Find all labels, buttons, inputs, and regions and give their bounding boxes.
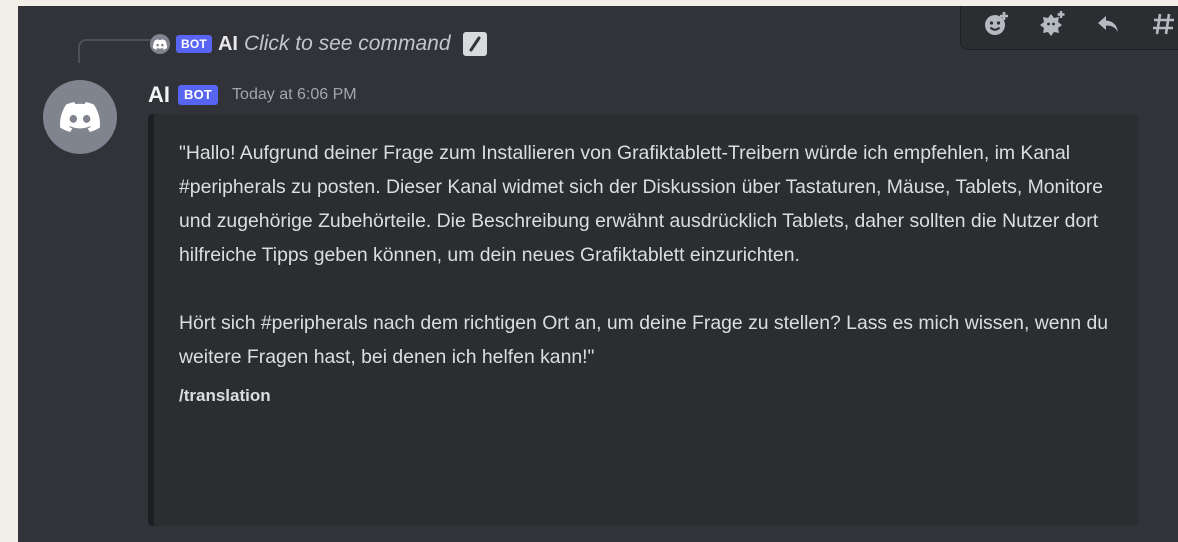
reply-bot-tag: BOT (176, 35, 212, 53)
discord-logo-icon (153, 38, 167, 50)
author-name[interactable]: AI (148, 82, 170, 108)
reply-connector-line (78, 39, 155, 63)
embed-paragraph: Hört sich #peripherals nach dem richtige… (179, 312, 1109, 368)
slash-command-icon (462, 32, 487, 56)
reply-author-name[interactable]: AI (218, 33, 238, 56)
author-avatar[interactable] (43, 80, 117, 154)
chat-area: BOT AI Click to see command AI BOT Today… (18, 6, 1178, 542)
message-embed: "Hallo! Aufgrund deiner Frage zum Instal… (148, 114, 1138, 526)
message-header: AI BOT Today at 6:06 PM (148, 80, 357, 110)
discord-logo-icon (60, 102, 100, 132)
message-timestamp[interactable]: Today at 6:06 PM (232, 86, 357, 104)
message-hover-toolbar (960, 6, 1178, 50)
reply-avatar[interactable] (150, 34, 170, 54)
bot-tag: BOT (178, 85, 219, 105)
embed-footer: /translation (179, 386, 271, 405)
reply-reference[interactable]: BOT AI Click to see command (150, 32, 487, 56)
add-super-reaction-icon[interactable] (1037, 9, 1067, 39)
create-thread-icon[interactable] (1149, 9, 1178, 39)
click-to-see-command[interactable]: Click to see command (244, 32, 451, 56)
add-reaction-icon[interactable] (981, 9, 1011, 39)
reply-icon[interactable] (1093, 9, 1123, 39)
embed-paragraph: "Hallo! Aufgrund deiner Frage zum Instal… (179, 142, 1104, 266)
